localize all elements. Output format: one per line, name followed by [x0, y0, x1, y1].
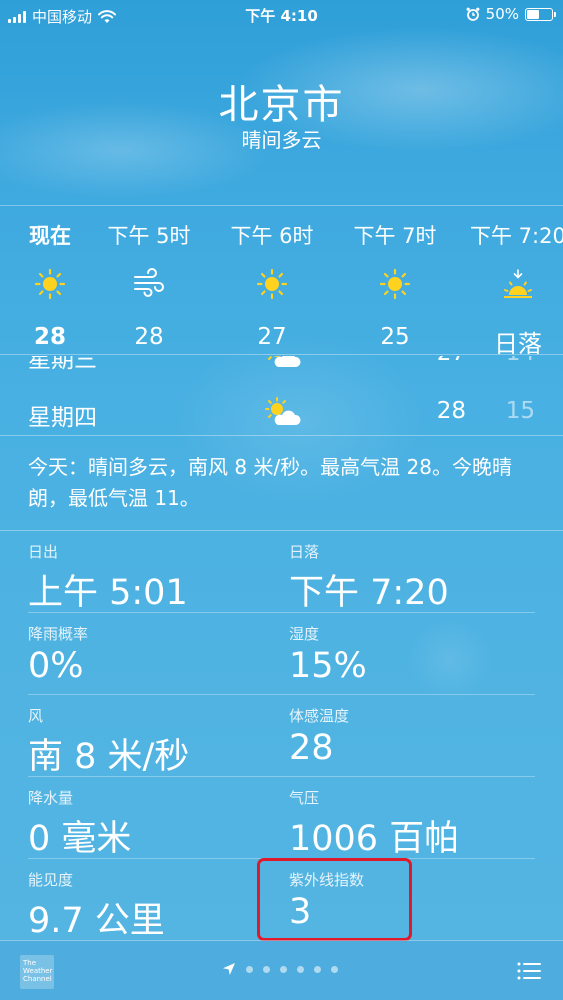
detail-value: 1006 百帕 — [289, 819, 460, 859]
detail-label: 能见度 — [28, 871, 74, 889]
detail-value: 28 — [289, 728, 334, 768]
battery-percent: 50% — [485, 5, 519, 23]
detail-row: 风 南 8 米/秒 体感温度 28 — [0, 695, 563, 777]
feels-like-cell: 体感温度 28 — [289, 705, 349, 768]
visibility-cell: 能见度 9.7 公里 — [28, 869, 165, 943]
detail-row: 降水量 0 毫米 气压 1006 百帕 — [0, 777, 563, 859]
detail-label: 日出 — [28, 543, 59, 561]
partly-cloudy-icon — [262, 396, 302, 434]
page-dot — [280, 965, 287, 973]
forecast-summary: 今天：晴间多云，南风 8 米/秒。最高气温 28。今晚晴朗，最低气温 11。 — [28, 455, 512, 510]
list-button[interactable] — [517, 961, 541, 985]
current-condition: 晴间多云 — [241, 128, 322, 152]
detail-value: 0 毫米 — [28, 819, 132, 859]
detail-label: 日落 — [289, 543, 320, 561]
detail-label: 体感温度 — [289, 707, 350, 725]
detail-label: 降雨概率 — [28, 625, 89, 643]
page-dot — [331, 965, 338, 973]
hour-label: 现在 — [29, 224, 71, 248]
weather-channel-logo[interactable]: The Weather Channel — [20, 955, 54, 989]
day-low: 15 — [505, 398, 535, 424]
hourly-item: 现在 28 — [0, 206, 106, 356]
hour-label: 下午 7时 — [353, 224, 437, 248]
wind-icon — [93, 268, 205, 298]
daily-forecast[interactable]: 星期三 27 14 星期四 — [0, 356, 563, 436]
logo-text: The Weather Channel — [23, 959, 53, 983]
detail-row: 日出 上午 5:01 日落 下午 7:20 — [0, 531, 563, 613]
hourly-item: 下午 5时 28 — [93, 206, 205, 356]
page-dot — [297, 965, 304, 973]
sunrise-cell: 日出 上午 5:01 — [28, 541, 188, 615]
detail-value: 9.7 公里 — [28, 901, 165, 941]
uv-highlight-box — [257, 858, 412, 941]
status-bar: 中国移动 下午 4:10 50% — [0, 0, 563, 30]
day-row: 星期四 28 15 — [0, 390, 563, 434]
day-high: 28 — [436, 398, 466, 424]
day-high: 27 — [437, 356, 466, 366]
hourly-item: 下午 6时 27 — [216, 206, 328, 356]
detail-label: 湿度 — [289, 625, 320, 643]
hour-temp: 日落 — [494, 330, 542, 358]
hour-label: 下午 5时 — [107, 224, 191, 248]
page-dot — [246, 965, 253, 973]
rain-chance-cell: 降雨概率 0% — [28, 623, 88, 686]
hour-temp: 27 — [257, 324, 287, 350]
alarm-icon — [466, 7, 480, 21]
sunset-icon — [462, 268, 563, 302]
battery-icon — [525, 7, 556, 21]
hour-label: 下午 6时 — [230, 224, 314, 248]
detail-value: 上午 5:01 — [28, 573, 188, 613]
sun-icon — [339, 268, 451, 300]
detail-value: 0% — [28, 646, 84, 686]
page-indicator[interactable] — [222, 962, 338, 976]
pressure-cell: 气压 1006 百帕 — [289, 787, 459, 861]
hour-temp: 28 — [134, 324, 164, 350]
hourly-item: 下午 7时 25 — [339, 206, 451, 356]
partly-cloudy-icon — [262, 356, 302, 376]
sunset-cell: 日落 下午 7:20 — [289, 541, 449, 615]
city-name: 北京市 — [218, 82, 345, 128]
list-icon — [517, 962, 541, 980]
day-low: 14 — [506, 356, 535, 366]
hour-temp: 25 — [380, 324, 410, 350]
detail-value: 南 8 米/秒 — [28, 737, 190, 777]
hour-temp: 28 — [33, 324, 66, 350]
detail-value: 15% — [289, 646, 367, 686]
day-name: 星期三 — [28, 356, 97, 373]
hourly-item: 下午 7:20 日落 — [462, 206, 563, 358]
hour-label: 下午 7:20 — [470, 224, 563, 248]
sun-icon — [0, 268, 106, 300]
sun-icon — [216, 268, 328, 300]
detail-label: 风 — [28, 707, 44, 725]
detail-label: 气压 — [289, 789, 320, 807]
page-dot — [263, 965, 270, 973]
wind-cell: 风 南 8 米/秒 — [28, 705, 189, 779]
detail-value: 下午 7:20 — [289, 573, 449, 613]
precipitation-cell: 降水量 0 毫米 — [28, 787, 131, 861]
page-dot — [314, 965, 321, 973]
bottom-bar: The Weather Channel — [0, 940, 563, 1000]
location-arrow-icon — [223, 963, 235, 975]
detail-row: 降雨概率 0% 湿度 15% — [0, 613, 563, 695]
day-row: 星期三 27 14 — [0, 356, 563, 376]
hourly-forecast[interactable]: 现在 28 下午 5时 28 下午 6时 27 下午 7时 25 下午 7:20… — [0, 205, 563, 358]
day-name: 星期四 — [28, 405, 97, 431]
detail-label: 降水量 — [28, 789, 74, 807]
humidity-cell: 湿度 15% — [289, 623, 367, 686]
